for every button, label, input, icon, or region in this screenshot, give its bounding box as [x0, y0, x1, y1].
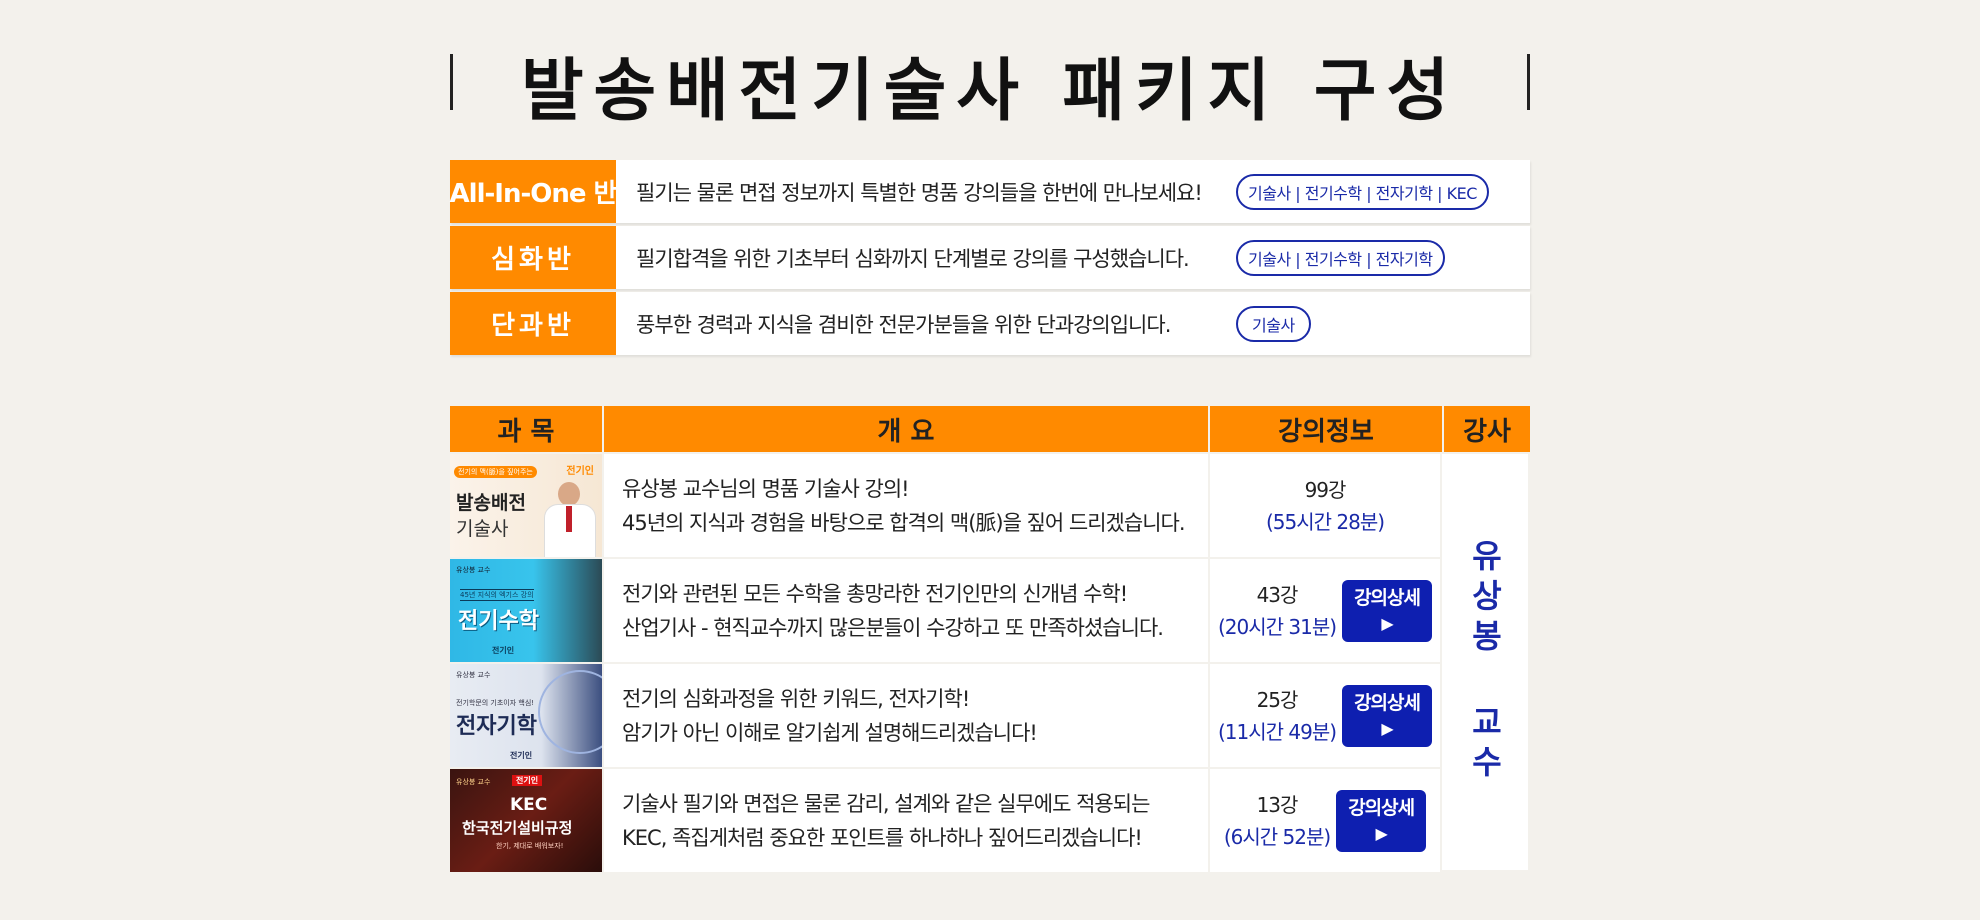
detail-button-label: 강의상세 [1348, 796, 1415, 819]
thumbnail-brand: 유상봉 교수 [456, 671, 491, 679]
overview-line: 기술사 필기와 면접은 물론 감리, 설계와 같은 실무에도 적용되는 [622, 791, 1150, 816]
table-row: 유상봉 교수 45년 지식의 엑기스 강의 전기수학 전기인 전기와 관련된 모… [450, 559, 1440, 662]
thumbnail-title: 발송배전 [456, 492, 526, 514]
thumbnail-title-sub: 기술사 [456, 518, 509, 540]
package-description: 필기합격을 위한 기초부터 심화까지 단계별로 강의를 구성했습니다. [636, 246, 1190, 271]
package-list: All-In-One 반 필기는 물론 면접 정보까지 특별한 명품 강의들을 … [450, 160, 1530, 358]
package-tag-pill: 기술사 [1236, 305, 1311, 342]
thumbnail-title: KEC [510, 795, 548, 815]
package-row-all-in-one: All-In-One 반 필기는 물론 면접 정보까지 특별한 명품 강의들을 … [450, 160, 1530, 223]
lecture-duration: (20시간 31분) [1217, 614, 1337, 639]
detail-button-label: 강의상세 [1354, 691, 1421, 714]
thumbnail-brand: 전기인 [512, 775, 543, 786]
overview-line: 45년의 지식과 경험을 바탕으로 합격의 맥(脈)을 짚어 드리겠습니다. [622, 510, 1186, 535]
page-title: 발송배전기술사 패키지 구성 [520, 51, 1460, 131]
table-row: 유상봉 교수 전기인 KEC 한국전기설비규정 한기, 제대로 배워보자! 기술… [450, 769, 1440, 872]
course-info: 43강 (20시간 31분) 강의상세 ▶ [1210, 559, 1440, 662]
package-row-single: 단과반 풍부한 경력과 지식을 겸비한 전문가분들을 위한 단과강의입니다. 기… [450, 292, 1530, 355]
course-thumbnail[interactable]: 유상봉 교수 전기인 KEC 한국전기설비규정 한기, 제대로 배워보자! [450, 769, 602, 872]
table-row: 유상봉 교수 전기학문의 기초이자 핵심! 전자기학 전기인 전기의 심화과정을… [450, 664, 1440, 767]
overview-line: KEC, 족집게처럼 중요한 포인트를 하나하나 짚어드리겠습니다! [622, 825, 1143, 850]
package-description: 풍부한 경력과 지식을 겸비한 전문가분들을 위한 단과강의입니다. [636, 312, 1171, 337]
thumbnail-subtitle: 전기의 맥(脈)을 짚어주는 [454, 466, 537, 478]
lecture-detail-button[interactable]: 강의상세 ▶ [1336, 789, 1427, 852]
title-section: 발송배전기술사 패키지 구성 [450, 48, 1530, 131]
title-divider-left [450, 54, 453, 110]
package-tags: 기술사 | 전기수학 | 전자기학 | KEC [1236, 160, 1489, 223]
package-description: 필기는 물론 면접 정보까지 특별한 명품 강의들을 한번에 만나보세요! [636, 180, 1203, 205]
course-thumbnail[interactable]: 유상봉 교수 전기학문의 기초이자 핵심! 전자기학 전기인 [450, 664, 602, 767]
course-thumbnail[interactable]: 전기의 맥(脈)을 짚어주는 전기인 발송배전 기술사 [450, 454, 602, 557]
lecture-duration: (55시간 28분) [1265, 509, 1385, 534]
thumbnail-footer: 한기, 제대로 배워보자! [496, 842, 564, 850]
overview-line: 전기와 관련된 모든 수학을 총망라한 전기인만의 신개념 수학! [622, 581, 1128, 606]
thumbnail-brand-footer: 전기인 [510, 751, 533, 760]
header-teacher: 강사 [1444, 406, 1530, 452]
table-header: 과 목 개 요 강의정보 강사 [450, 406, 1530, 452]
lecture-count: 13강 [1256, 792, 1299, 817]
package-label: 단과반 [450, 292, 616, 355]
header-info: 강의정보 [1210, 406, 1444, 452]
thumbnail-brand: 전기인 [566, 466, 594, 477]
detail-button-label: 강의상세 [1354, 586, 1421, 609]
package-tag-pill: 기술사 | 전기수학 | 전자기학 | KEC [1236, 173, 1489, 210]
header-overview: 개 요 [604, 406, 1210, 452]
course-overview: 전기와 관련된 모든 수학을 총망라한 전기인만의 신개념 수학! 산업기사 -… [604, 559, 1208, 662]
lecture-duration: (11시간 49분) [1217, 719, 1337, 744]
package-tags: 기술사 | 전기수학 | 전자기학 [1236, 226, 1445, 289]
course-thumbnail[interactable]: 유상봉 교수 45년 지식의 엑기스 강의 전기수학 전기인 [450, 559, 602, 662]
play-arrow-icon: ▶ [1381, 613, 1393, 633]
course-table: 과 목 개 요 강의정보 강사 전기의 맥(脈)을 짚어주는 전기인 발송배전 … [450, 406, 1530, 872]
course-info: 13강 (6시간 52분) 강의상세 ▶ [1210, 769, 1440, 872]
course-overview: 유상봉 교수님의 명품 기술사 강의! 45년의 지식과 경험을 바탕으로 합격… [604, 454, 1208, 557]
package-tag-pill: 기술사 | 전기수학 | 전자기학 [1236, 239, 1445, 276]
title-divider-right [1527, 54, 1530, 110]
thumbnail-title: 전기수학 [458, 609, 539, 634]
thumbnail-subtitle: 전기학문의 기초이자 핵심! [456, 699, 535, 707]
thumbnail-title: 전자기학 [456, 714, 537, 739]
professor-photo [544, 482, 596, 557]
course-info: 25강 (11시간 49분) 강의상세 ▶ [1210, 664, 1440, 767]
package-tags: 기술사 [1236, 292, 1311, 355]
thumbnail-title-sub: 한국전기설비규정 [462, 819, 573, 837]
course-overview: 전기의 심화과정을 위한 키워드, 전자기학! 암기가 아닌 이해로 알기쉽게 … [604, 664, 1208, 767]
course-info: 99강 (55시간 28분) [1210, 454, 1440, 557]
package-label: All-In-One 반 [450, 160, 617, 223]
thumbnail-brand-footer: 전기인 [492, 646, 515, 655]
decorative-pattern [538, 670, 602, 754]
header-subject: 과 목 [450, 406, 604, 452]
play-arrow-icon: ▶ [1375, 823, 1388, 843]
lecture-count: 43강 [1256, 582, 1299, 607]
thumbnail-brand: 유상봉 교수 [456, 566, 491, 574]
package-label: 심화반 [450, 226, 616, 289]
teacher-name: 유상봉 교수 [1466, 539, 1504, 785]
overview-line: 암기가 아닌 이해로 알기쉽게 설명해드리겠습니다! [622, 720, 1038, 745]
thumbnail-subtitle: 유상봉 교수 [456, 778, 491, 786]
teacher-cell: 유상봉 교수 [1442, 454, 1528, 870]
lecture-count: 99강 [1304, 477, 1347, 502]
overview-line: 유상봉 교수님의 명품 기술사 강의! [622, 476, 910, 501]
play-arrow-icon: ▶ [1381, 718, 1393, 738]
package-row-advanced: 심화반 필기합격을 위한 기초부터 심화까지 단계별로 강의를 구성했습니다. … [450, 226, 1530, 289]
lecture-duration: (6시간 52분) [1223, 824, 1331, 849]
lecture-detail-button[interactable]: 강의상세 ▶ [1342, 684, 1433, 747]
lecture-detail-button[interactable]: 강의상세 ▶ [1342, 579, 1433, 642]
thumbnail-subtitle: 45년 지식의 엑기스 강의 [460, 589, 534, 601]
overview-line: 전기의 심화과정을 위한 키워드, 전자기학! [622, 686, 970, 711]
table-row: 전기의 맥(脈)을 짚어주는 전기인 발송배전 기술사 유상봉 교수님의 명품 … [450, 454, 1440, 557]
lecture-count: 25강 [1256, 687, 1299, 712]
overview-line: 산업기사 - 현직교수까지 많은분들이 수강하고 또 만족하셨습니다. [622, 615, 1164, 640]
course-overview: 기술사 필기와 면접은 물론 감리, 설계와 같은 실무에도 적용되는 KEC,… [604, 769, 1208, 872]
